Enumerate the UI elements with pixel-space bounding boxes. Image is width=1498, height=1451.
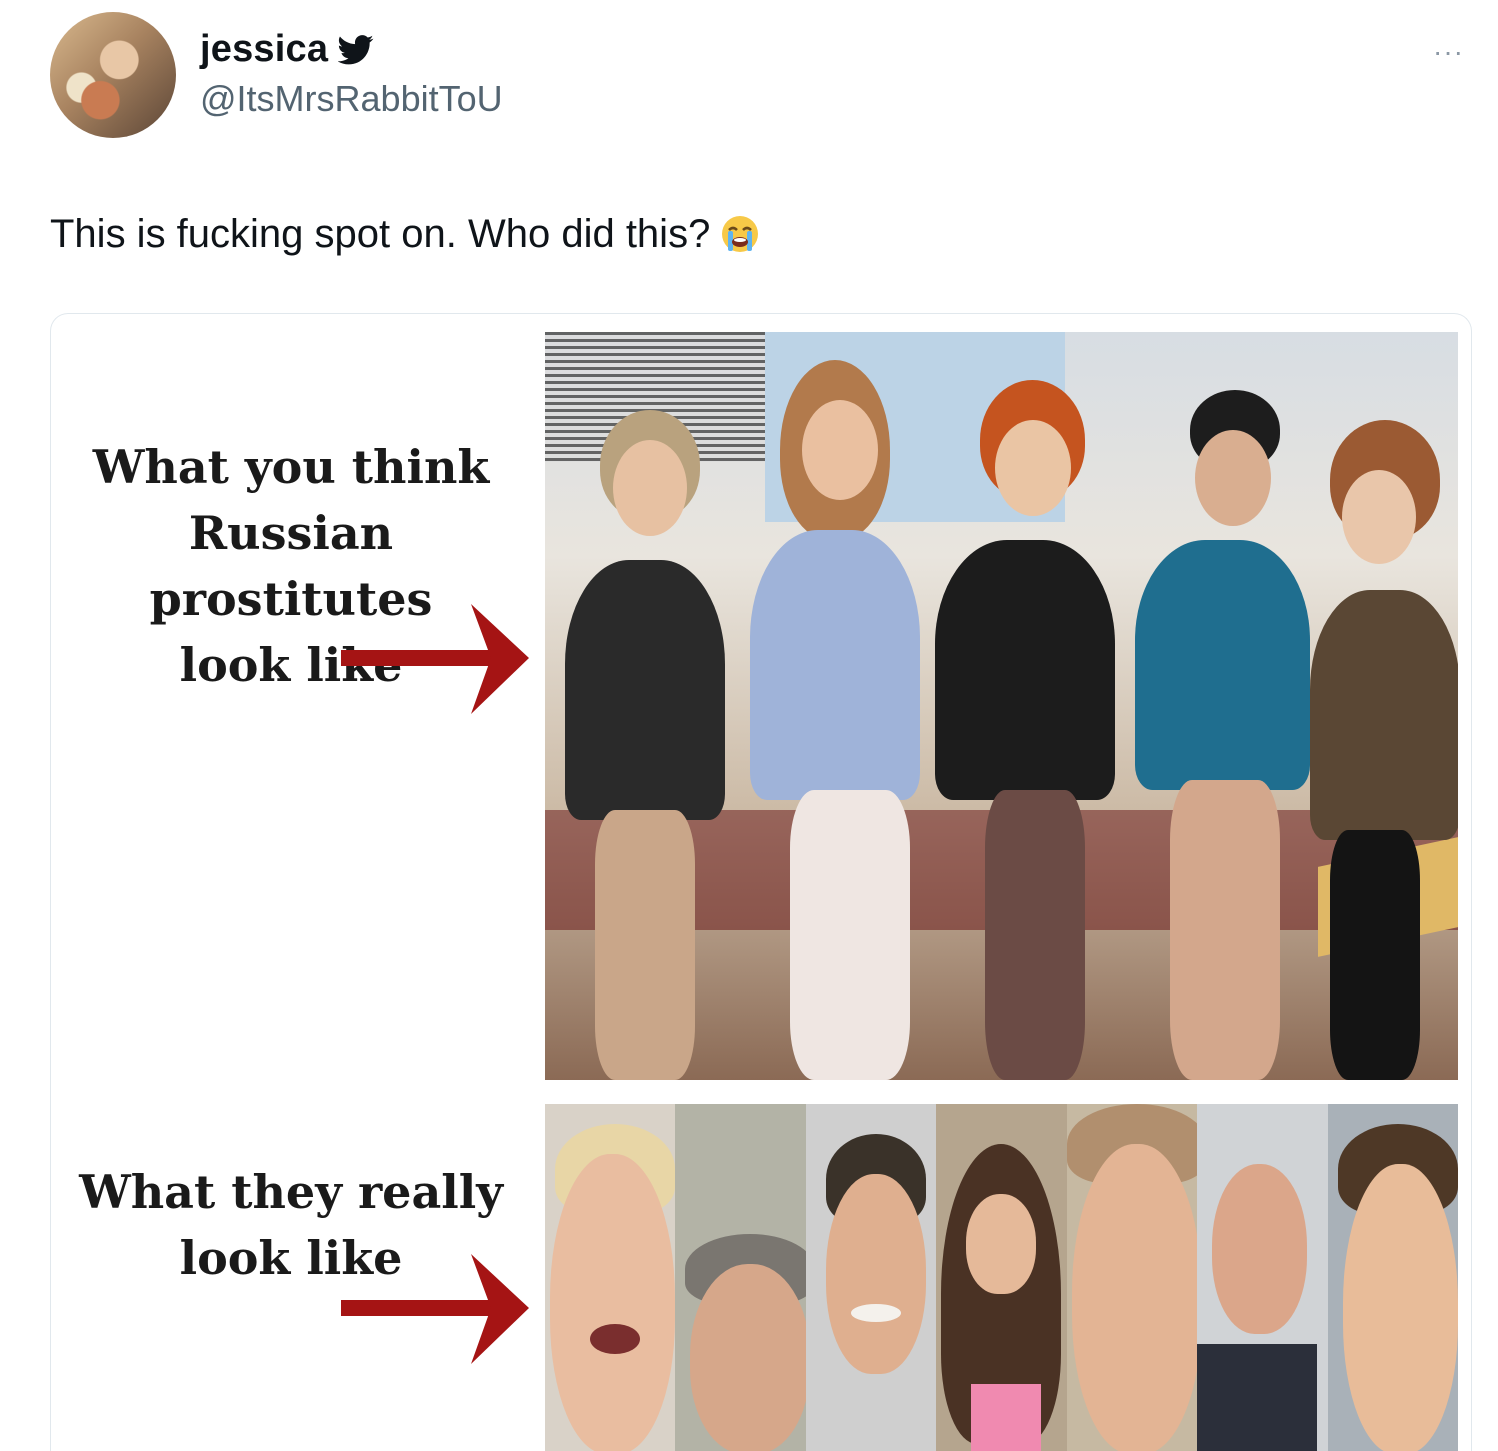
figure-2	[730, 360, 930, 1080]
face-panel-1	[545, 1104, 676, 1451]
face-panel-3	[805, 1104, 937, 1451]
face-panel-6	[1197, 1104, 1328, 1451]
face-panel-2	[675, 1104, 806, 1451]
top-photo	[545, 332, 1458, 1080]
more-options-icon[interactable]: ···	[1433, 36, 1464, 68]
loudly-crying-face-icon	[720, 214, 760, 254]
arrow-right-icon	[341, 1254, 529, 1364]
caption-top-line: What you think	[92, 440, 490, 494]
figure-1	[555, 410, 735, 1080]
face-panel-4	[936, 1104, 1067, 1451]
face-panel-5	[1066, 1104, 1198, 1451]
name-row: jessica	[200, 28, 374, 71]
caption-bottom-line: What they really	[79, 1165, 503, 1219]
figure-4	[1130, 390, 1320, 1080]
tweet-media-image[interactable]: What you think Russian prostitutes look …	[50, 313, 1472, 1451]
figure-5	[1310, 420, 1458, 1080]
bottom-photo-collage	[545, 1104, 1458, 1451]
user-avatar[interactable]	[50, 12, 176, 138]
face-panel-7	[1327, 1104, 1458, 1451]
tweet-text: This is fucking spot on. Who did this?	[50, 208, 760, 260]
user-handle[interactable]: @ItsMrsRabbitToU	[200, 78, 503, 120]
arrow-right-icon	[341, 604, 529, 714]
tweet-header: jessica @ItsMrsRabbitToU ···	[50, 10, 1478, 140]
tweet-text-body: This is fucking spot on. Who did this?	[50, 212, 711, 256]
figure-3	[925, 380, 1125, 1080]
display-name[interactable]: jessica	[200, 28, 328, 71]
twitter-bird-icon	[337, 34, 374, 65]
